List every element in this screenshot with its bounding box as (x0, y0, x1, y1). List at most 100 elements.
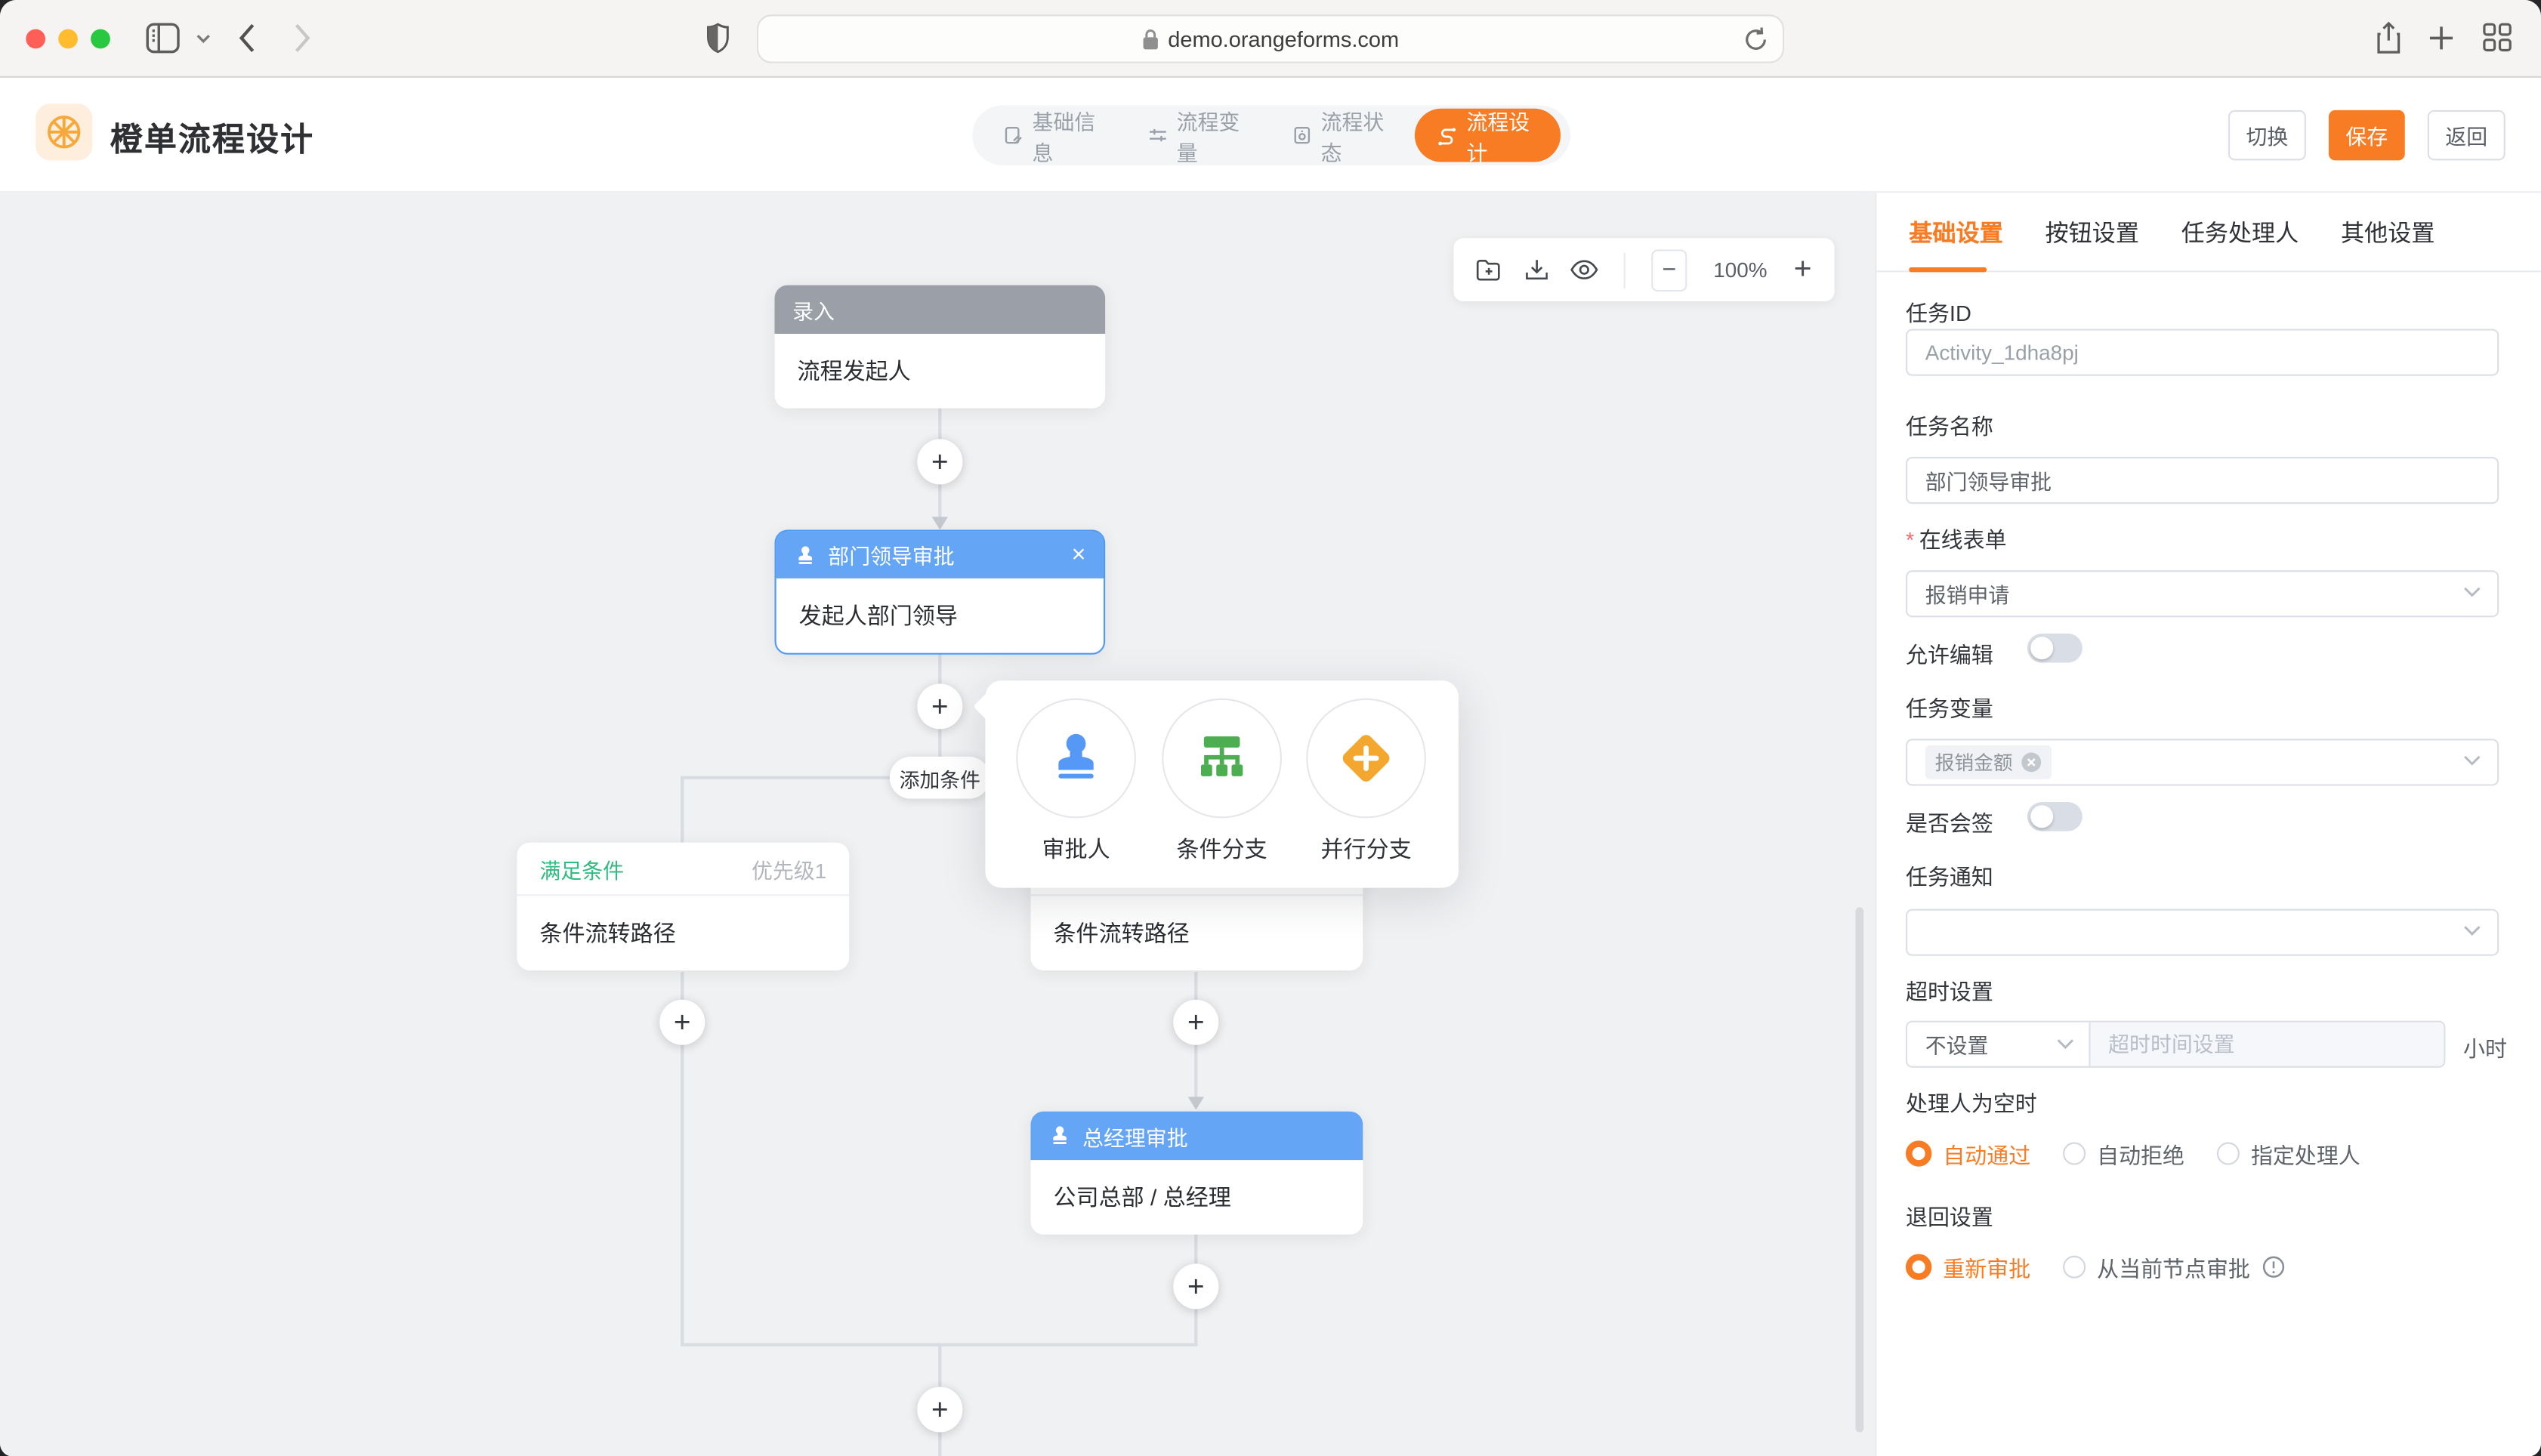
add-node-button[interactable]: + (1173, 1000, 1218, 1045)
nav-process-variables[interactable]: 流程变量 (1126, 109, 1270, 162)
chevron-down-icon[interactable] (196, 34, 211, 44)
reload-icon[interactable] (1743, 26, 1768, 53)
condition-header: 满足条件 优先级1 (517, 843, 849, 896)
app-logo (36, 103, 92, 160)
orange-icon (45, 113, 82, 150)
new-tab-icon[interactable] (2429, 26, 2453, 50)
tag-remove-icon[interactable] (2021, 751, 2042, 773)
node-header: 录入 (775, 285, 1106, 334)
timeout-unit: 小时 (2463, 1030, 2507, 1063)
plus-icon: + (674, 1005, 691, 1039)
countersign-toggle[interactable] (2027, 802, 2083, 831)
settings-panel: 基础设置 按钮设置 任务处理人 其他设置 任务ID 任务名称 *在线表单 报销申… (1875, 193, 2541, 1456)
tab-task-handler[interactable]: 任务处理人 (2181, 214, 2299, 248)
nav-process-design[interactable]: 流程设计 (1415, 109, 1561, 162)
url-text: demo.orangeforms.com (1168, 26, 1399, 51)
countersign-label: 是否会签 (1906, 805, 1993, 838)
node-condition-left[interactable]: 满足条件 优先级1 条件流转路径 (517, 843, 849, 970)
minimize-window-button[interactable] (58, 29, 78, 49)
online-form-label: *在线表单 (1906, 522, 2007, 554)
download-icon[interactable] (1524, 255, 1548, 285)
add-node-button[interactable]: + (659, 1000, 705, 1045)
approver-option[interactable] (1016, 699, 1136, 819)
timeout-setting: 不设置 (1906, 1021, 2445, 1068)
stamp-icon (794, 544, 817, 566)
timeout-value-input[interactable] (2091, 1023, 2444, 1066)
nav-basic-info[interactable]: 基础信息 (982, 109, 1126, 162)
return-setting-options: 重新审批 从当前节点审批 (1906, 1251, 2284, 1283)
node-body: 发起人部门领导 (777, 578, 1104, 653)
save-button[interactable]: 保存 (2329, 110, 2405, 161)
node-header: 总经理审批 (1030, 1112, 1363, 1160)
task-notify-select[interactable] (1906, 909, 2499, 956)
flow-canvas[interactable]: + + + + + + 录入 流程发起人 部门领导审批 × 发起人部门领导 添加… (0, 193, 1865, 1456)
nav-label: 流程状态 (1321, 104, 1392, 166)
radio-dot (1906, 1254, 1931, 1280)
allow-edit-toggle[interactable] (2027, 634, 2083, 663)
fullscreen-window-button[interactable] (91, 29, 110, 49)
node-body: 条件流转路径 (1030, 896, 1363, 970)
radio-label: 重新审批 (1943, 1251, 2030, 1283)
shield-icon[interactable] (706, 23, 729, 54)
radio-dot (1906, 1140, 1931, 1166)
radio-re-approve[interactable]: 重新审批 (1906, 1251, 2030, 1283)
radio-dot (2063, 1143, 2086, 1165)
back-button-app[interactable]: 返回 (2428, 110, 2505, 161)
plus-icon: + (931, 445, 949, 479)
share-icon[interactable] (2376, 21, 2401, 55)
tab-overview-icon[interactable] (2483, 23, 2512, 52)
nav-process-status[interactable]: 流程状态 (1270, 109, 1415, 162)
radio-assign-handler[interactable]: 指定处理人 (2217, 1137, 2360, 1170)
popup-item-label: 并行分支 (1306, 833, 1426, 865)
preview-eye-icon[interactable] (1570, 258, 1598, 282)
radio-label: 指定处理人 (2251, 1137, 2360, 1170)
toggle-knob (2030, 805, 2053, 828)
tab-button-settings[interactable]: 按钮设置 (2045, 214, 2138, 248)
switch-button[interactable]: 切换 (2228, 110, 2306, 161)
page-title: 橙单流程设计 (110, 113, 314, 160)
chevron-down-icon (2057, 1038, 2075, 1050)
online-form-select[interactable]: 报销申请 (1906, 570, 2499, 617)
radio-label: 自动拒绝 (2097, 1137, 2184, 1170)
close-window-button[interactable] (26, 29, 45, 49)
open-file-icon[interactable] (1476, 256, 1501, 283)
node-gm-approve[interactable]: 总经理审批 公司总部 / 总经理 (1030, 1112, 1363, 1235)
browser-window: demo.orangeforms.com 橙单流程设计 基础信息 (0, 0, 2541, 1456)
forward-button[interactable] (293, 23, 311, 54)
allow-edit-label: 允许编辑 (1906, 637, 1993, 669)
stamp-icon (1048, 1124, 1071, 1147)
node-title: 部门领导审批 (828, 539, 954, 570)
radio-from-current-node[interactable]: 从当前节点审批 (2063, 1251, 2284, 1283)
timeout-label: 超时设置 (1906, 973, 1993, 1006)
conditional-branch-option[interactable] (1162, 699, 1282, 819)
app-header: 橙单流程设计 基础信息 流程变量 流程状态 流程设计 切换 保存 返回 (0, 78, 2541, 193)
radio-auto-reject[interactable]: 自动拒绝 (2063, 1137, 2184, 1170)
node-start[interactable]: 录入 流程发起人 (775, 285, 1106, 409)
tab-other-settings[interactable]: 其他设置 (2341, 214, 2434, 248)
task-variable-select[interactable]: 报销金额 (1906, 739, 2499, 785)
node-title: 总经理审批 (1082, 1121, 1187, 1152)
condition-title: 满足条件 (539, 853, 624, 884)
add-node-button[interactable]: + (917, 1387, 962, 1432)
scrollbar-thumb[interactable] (1855, 907, 1863, 1432)
popup-item-label: 条件分支 (1162, 833, 1282, 865)
node-dept-approve[interactable]: 部门领导审批 × 发起人部门领导 (775, 530, 1106, 655)
zoom-in-button[interactable]: + (1794, 252, 1812, 288)
task-id-label: 任务ID (1906, 295, 1971, 327)
task-id-input[interactable] (1906, 329, 2499, 376)
add-node-button[interactable]: + (917, 683, 962, 729)
add-condition-button[interactable]: 添加条件 (890, 757, 990, 799)
back-button[interactable] (238, 23, 256, 54)
parallel-branch-option[interactable] (1306, 699, 1426, 819)
sidebar-icon[interactable] (146, 23, 180, 54)
tab-basic-settings[interactable]: 基础设置 (1909, 214, 2002, 248)
add-node-button[interactable]: + (917, 439, 962, 484)
address-bar[interactable]: demo.orangeforms.com (757, 14, 1784, 63)
timeout-mode-select[interactable]: 不设置 (1907, 1023, 2090, 1066)
zoom-out-button[interactable]: − (1652, 248, 1687, 291)
task-name-input[interactable] (1906, 457, 2499, 504)
radio-auto-approve[interactable]: 自动通过 (1906, 1137, 2030, 1170)
close-icon[interactable]: × (1072, 543, 1086, 567)
plus-icon: + (931, 1393, 949, 1427)
add-node-button[interactable]: + (1173, 1263, 1218, 1309)
